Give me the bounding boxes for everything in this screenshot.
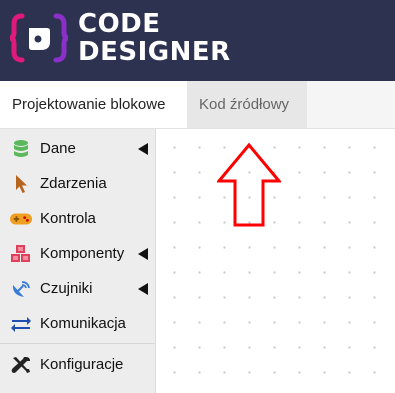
sidebar-divider bbox=[0, 343, 155, 344]
tab-source-code[interactable]: Kod źródłowy bbox=[187, 81, 307, 128]
sidebar-item-czujniki[interactable]: Czujniki bbox=[0, 271, 155, 307]
tab-bar: Projektowanie blokowe Kod źródłowy bbox=[0, 81, 395, 129]
cursor-icon bbox=[16, 175, 27, 193]
satellite-dish-icon bbox=[12, 281, 30, 297]
exchange-icon bbox=[11, 317, 31, 332]
brand-line-1: CODE bbox=[78, 9, 161, 39]
tools-icon bbox=[11, 357, 30, 373]
sidebar-item-konfiguracje[interactable]: Konfiguracje bbox=[0, 347, 155, 383]
block-workspace[interactable] bbox=[156, 129, 395, 393]
brand-line-2: DESIGNER bbox=[78, 37, 231, 67]
sidebar-item-komponenty[interactable]: Komponenty bbox=[0, 236, 155, 272]
sidebar-item-label: Zdarzenia bbox=[40, 175, 107, 192]
up-arrow-icon bbox=[217, 143, 281, 227]
gamepad-icon bbox=[10, 213, 32, 225]
sidebar-item-label: Konfiguracje bbox=[40, 356, 124, 373]
sidebar-item-label: Komunikacja bbox=[40, 315, 126, 332]
sidebar-item-label: Dane bbox=[40, 140, 76, 157]
sidebar-item-label: Kontrola bbox=[40, 210, 96, 227]
database-icon bbox=[14, 140, 28, 157]
cubes-icon bbox=[11, 245, 30, 262]
sidebar-item-kontrola[interactable]: Kontrola bbox=[0, 201, 155, 237]
submenu-arrow-icon bbox=[138, 143, 148, 155]
submenu-arrow-icon bbox=[138, 248, 148, 260]
sidebar-item-label: Czujniki bbox=[40, 280, 93, 297]
sidebar-item-komunikacja[interactable]: Komunikacja bbox=[0, 306, 155, 342]
app-header: CODE DESIGNER bbox=[0, 0, 395, 81]
sidebar-item-dane[interactable]: Dane bbox=[0, 131, 155, 167]
submenu-arrow-icon bbox=[138, 283, 148, 295]
sidebar-item-label: Komponenty bbox=[40, 245, 125, 262]
logo-icon bbox=[9, 13, 69, 63]
brand-name: CODE DESIGNER bbox=[78, 10, 231, 66]
category-sidebar: Dane Zdarzenia Kontrola Komponenty Czujn… bbox=[0, 129, 156, 393]
sidebar-item-zdarzenia[interactable]: Zdarzenia bbox=[0, 166, 155, 202]
tab-block-design[interactable]: Projektowanie blokowe bbox=[0, 81, 187, 128]
